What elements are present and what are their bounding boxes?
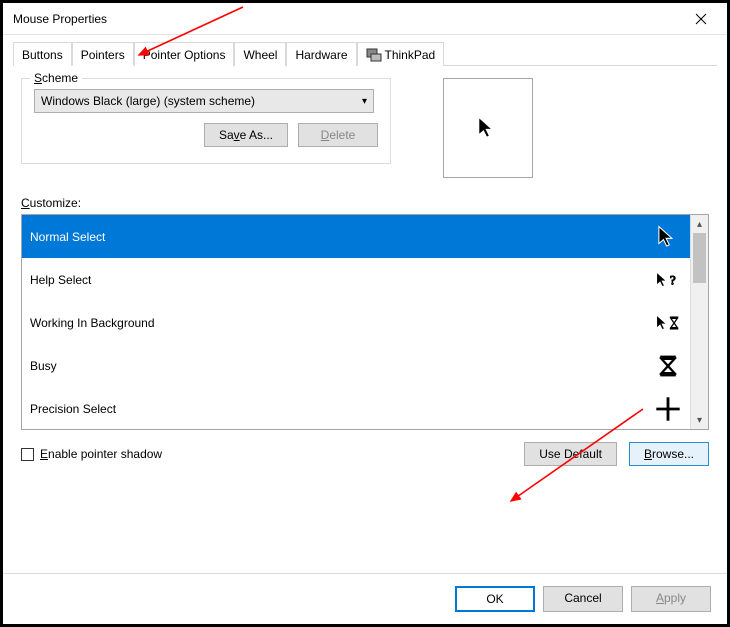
list-item-label: Working In Background bbox=[30, 316, 155, 330]
list-item-normal-select[interactable]: Normal Select bbox=[22, 215, 690, 258]
cursor-preview bbox=[443, 78, 533, 178]
button-label: Use Default bbox=[539, 447, 602, 461]
chevron-down-icon: ▾ bbox=[362, 96, 367, 107]
dialog-footer: OK Cancel Apply bbox=[3, 573, 727, 624]
tab-wheel[interactable]: Wheel bbox=[234, 42, 286, 66]
close-icon bbox=[695, 13, 707, 25]
list-item-label: Busy bbox=[30, 359, 57, 373]
cursor-hourglass-icon bbox=[654, 352, 682, 380]
button-label: OK bbox=[486, 592, 503, 606]
tab-label: Hardware bbox=[295, 48, 347, 62]
delete-button[interactable]: Delete bbox=[298, 123, 378, 147]
scheme-selected-value: Windows Black (large) (system scheme) bbox=[41, 94, 255, 108]
browse-button[interactable]: Browse... bbox=[629, 442, 709, 466]
scroll-track[interactable] bbox=[691, 233, 708, 411]
checkbox-box bbox=[21, 448, 34, 461]
thinkpad-icon bbox=[366, 47, 382, 63]
cursor-arrow-icon bbox=[475, 115, 501, 141]
cancel-button[interactable]: Cancel bbox=[543, 586, 623, 612]
list-item-precision-select[interactable]: Precision Select bbox=[22, 387, 690, 429]
tab-pointer-options[interactable]: Pointer Options bbox=[134, 42, 235, 66]
save-as-button[interactable]: Save As... bbox=[204, 123, 288, 147]
enable-shadow-checkbox[interactable]: Enable pointer shadow bbox=[21, 447, 162, 461]
tab-label: Pointers bbox=[81, 48, 125, 62]
cursor-arrow-hourglass-icon bbox=[654, 309, 682, 337]
list-item-working-background[interactable]: Working In Background bbox=[22, 301, 690, 344]
window-title: Mouse Properties bbox=[13, 12, 107, 26]
tab-buttons[interactable]: Buttons bbox=[13, 42, 72, 66]
mouse-properties-window: Mouse Properties Buttons Pointers Pointe… bbox=[0, 0, 730, 627]
checkbox-label: Enable pointer shadow bbox=[40, 447, 162, 461]
scroll-thumb[interactable] bbox=[693, 233, 706, 283]
tab-label: ThinkPad bbox=[385, 48, 436, 62]
tab-label: Buttons bbox=[22, 48, 63, 62]
list-item-label: Precision Select bbox=[30, 402, 116, 416]
scroll-down-icon[interactable]: ▾ bbox=[691, 411, 708, 429]
use-default-button[interactable]: Use Default bbox=[524, 442, 617, 466]
scheme-group: Scheme Windows Black (large) (system sch… bbox=[21, 78, 391, 164]
close-button[interactable] bbox=[685, 7, 717, 31]
list-item-busy[interactable]: Busy bbox=[22, 344, 690, 387]
scroll-up-icon[interactable]: ▴ bbox=[691, 215, 708, 233]
button-label: Cancel bbox=[564, 591, 601, 605]
tab-hardware[interactable]: Hardware bbox=[286, 42, 356, 66]
ok-button[interactable]: OK bbox=[455, 586, 535, 612]
tab-content: Scheme Windows Black (large) (system sch… bbox=[3, 66, 727, 573]
svg-text:?: ? bbox=[670, 272, 676, 287]
list-item-help-select[interactable]: Help Select ? bbox=[22, 258, 690, 301]
list-item-label: Normal Select bbox=[30, 230, 105, 244]
scheme-legend: Scheme bbox=[30, 71, 82, 85]
listbox-scrollbar[interactable]: ▴ ▾ bbox=[690, 215, 708, 429]
cursor-arrow-help-icon: ? bbox=[654, 266, 682, 294]
tab-label: Wheel bbox=[243, 48, 277, 62]
titlebar: Mouse Properties bbox=[3, 3, 727, 35]
cursor-arrow-icon bbox=[654, 223, 682, 251]
tab-label: Pointer Options bbox=[143, 48, 226, 62]
tab-pointers[interactable]: Pointers bbox=[72, 42, 134, 66]
cursor-listbox[interactable]: Normal Select Help Select ? Working In B… bbox=[21, 214, 709, 430]
tab-strip: Buttons Pointers Pointer Options Wheel H… bbox=[3, 35, 727, 66]
scheme-select[interactable]: Windows Black (large) (system scheme) ▾ bbox=[34, 89, 374, 113]
tab-thinkpad[interactable]: ThinkPad bbox=[357, 42, 445, 66]
list-item-label: Help Select bbox=[30, 273, 91, 287]
apply-button[interactable]: Apply bbox=[631, 586, 711, 612]
customize-label: Customize: bbox=[21, 196, 709, 210]
cursor-crosshair-icon bbox=[654, 395, 682, 423]
